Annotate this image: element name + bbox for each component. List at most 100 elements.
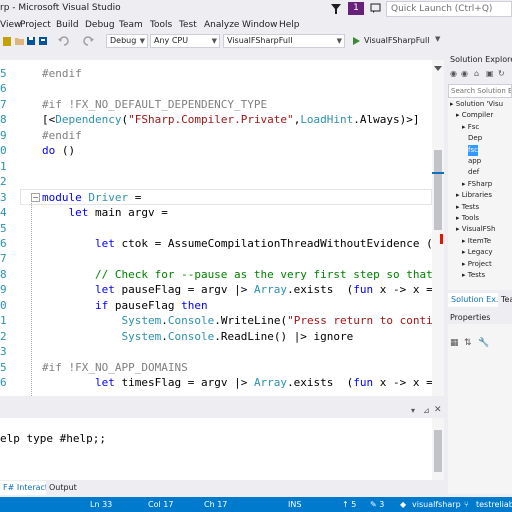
save-all-icon[interactable] bbox=[38, 35, 48, 47]
code-line[interactable]: 9 let pauseFlag = argv |> Array.exists (… bbox=[0, 282, 432, 298]
pending-changes[interactable]: ✎ 3 bbox=[370, 500, 384, 509]
code-line[interactable]: 9 #endif bbox=[0, 128, 432, 144]
menu-tools[interactable]: Tools bbox=[150, 20, 172, 30]
menu-project[interactable]: Project bbox=[20, 20, 51, 30]
code-text: #if !FX_NO_APP_DOMAINS bbox=[42, 360, 188, 376]
error-marker bbox=[440, 234, 443, 244]
code-line[interactable]: 8 [<Dependency("FSharp.Compiler.Private",… bbox=[0, 112, 432, 128]
code-token: if bbox=[94, 299, 109, 312]
platform-value: Any CPU bbox=[154, 36, 189, 45]
code-line[interactable]: 7 bbox=[0, 251, 432, 267]
tree-item[interactable]: ▸ ItemTe bbox=[462, 236, 491, 247]
back-icon[interactable]: ◉ bbox=[450, 69, 457, 78]
tree-item[interactable]: ▸ Tests bbox=[462, 270, 485, 281]
save-icon[interactable] bbox=[26, 35, 36, 47]
tree-item[interactable]: fsc bbox=[468, 144, 478, 156]
line-number: 5 bbox=[0, 361, 7, 374]
tree-item[interactable]: app bbox=[468, 156, 481, 167]
tree-item[interactable]: ▸ Solution 'Visu bbox=[450, 99, 503, 110]
menu-team[interactable]: Team bbox=[119, 20, 143, 30]
tree-item[interactable]: ▸ Compiler bbox=[456, 110, 493, 121]
scrollbar-thumb[interactable] bbox=[434, 430, 442, 472]
tree-item[interactable]: ▸ Tests bbox=[456, 202, 479, 213]
filter-icon[interactable] bbox=[331, 4, 341, 14]
alphabetical-icon[interactable]: ⇅ bbox=[464, 338, 472, 352]
menu-debug[interactable]: Debug bbox=[85, 20, 115, 30]
platform-select[interactable]: Any CPU ▼ bbox=[150, 34, 220, 48]
tree-item[interactable]: ▸ Libraries bbox=[456, 190, 492, 201]
quick-launch-input[interactable]: Quick Launch (Ctrl+Q) bbox=[386, 1, 512, 17]
wrench-icon[interactable]: 🔧 bbox=[478, 338, 489, 352]
tab-team-explorer[interactable]: Team... bbox=[498, 293, 512, 307]
interactive-vertical-scrollbar[interactable] bbox=[432, 418, 444, 480]
configuration-select[interactable]: Debug ▼ bbox=[106, 34, 148, 48]
code-line[interactable]: 3 module Driver = bbox=[0, 190, 432, 206]
tree-item[interactable]: ▸ Tools bbox=[456, 213, 479, 224]
code-token: System bbox=[121, 330, 162, 343]
start-button-label[interactable]: VisualFSharpFull bbox=[364, 36, 429, 45]
code-line[interactable]: 5 #if !FX_NO_APP_DOMAINS bbox=[0, 360, 432, 376]
switch-views-icon[interactable]: ▣ bbox=[486, 69, 494, 78]
repository-name[interactable]: visualfsharp bbox=[412, 500, 461, 509]
home-icon[interactable]: ⌂ bbox=[474, 69, 479, 78]
tree-item[interactable]: ▸ Fsc bbox=[462, 122, 479, 133]
start-dropdown-icon[interactable]: ▼ bbox=[435, 35, 440, 43]
solution-tree[interactable]: ▸ Solution 'Visu ▸ Compiler ▸ Fsc Dep fsc … bbox=[448, 98, 512, 290]
code-text: let main argv = bbox=[42, 205, 168, 221]
tree-item[interactable]: ▸ VisualFSh bbox=[456, 224, 495, 235]
tree-item-label: Tests bbox=[461, 202, 480, 211]
close-icon[interactable]: ✕ bbox=[434, 405, 442, 415]
tree-item[interactable]: def bbox=[468, 167, 479, 178]
menu-test[interactable]: Test bbox=[179, 20, 197, 30]
code-line[interactable]: 6 let timesFlag = argv |> Array.exists (… bbox=[0, 375, 432, 391]
start-debugging-icon[interactable] bbox=[352, 35, 361, 47]
tree-item[interactable]: ▸ Legacy bbox=[462, 247, 493, 258]
code-line[interactable]: 6 let ctok = AssumeCompilationThreadWith… bbox=[0, 236, 432, 252]
code-line[interactable]: 3 bbox=[0, 344, 432, 360]
feedback-icon[interactable] bbox=[370, 3, 381, 14]
code-line[interactable]: 1 bbox=[0, 159, 432, 175]
repository-icon[interactable]: ◆ bbox=[400, 500, 406, 509]
pin-icon[interactable]: ⊿ bbox=[423, 406, 430, 415]
code-line[interactable]: 2 System.Console.ReadLine() |> ignore bbox=[0, 329, 432, 345]
tree-item[interactable]: ▸ Project bbox=[462, 259, 492, 270]
code-line[interactable]: 6 bbox=[0, 81, 432, 97]
editor-vertical-scrollbar[interactable] bbox=[432, 60, 444, 396]
forward-icon[interactable]: ◉ bbox=[461, 69, 468, 78]
code-line[interactable]: 5 #endif bbox=[0, 66, 432, 82]
categorized-icon[interactable]: ▦ bbox=[450, 338, 459, 352]
code-line[interactable]: 0 do () bbox=[0, 143, 432, 159]
code-line[interactable]: 1 System.Console.WriteLine("Press return… bbox=[0, 313, 432, 329]
undo-icon[interactable] bbox=[58, 35, 70, 47]
redo-icon[interactable] bbox=[82, 35, 94, 47]
open-folder-icon[interactable] bbox=[14, 35, 25, 47]
menu-help[interactable]: Help bbox=[279, 20, 300, 30]
tree-item[interactable]: ▸ FSharp bbox=[462, 179, 492, 190]
code-line[interactable]: 4 let main argv = bbox=[0, 205, 432, 221]
code-line[interactable]: 7 #if !FX_NO_DEFAULT_DEPENDENCY_TYPE bbox=[0, 97, 432, 113]
branch-name[interactable]: testreliab bbox=[476, 500, 512, 509]
branch-icon[interactable]: ⑂ bbox=[464, 500, 469, 509]
unpublished-commits[interactable]: ↑ 5 bbox=[342, 500, 356, 509]
scrollbar-thumb[interactable] bbox=[434, 150, 442, 230]
tree-item[interactable]: Dep bbox=[468, 133, 482, 144]
code-line[interactable]: 2 bbox=[0, 174, 432, 190]
solution-explorer-search[interactable]: Search Solution Expl bbox=[448, 84, 512, 98]
menu-window[interactable]: Window bbox=[242, 20, 278, 30]
notifications-badge[interactable]: 1 bbox=[348, 2, 364, 15]
menu-view[interactable]: View bbox=[0, 20, 21, 30]
menu-analyze[interactable]: Analyze bbox=[204, 20, 239, 30]
code-editor[interactable]: − 5 #endif 6 7 #if !FX_NO_DEFAULT_DEPENDENCY… bbox=[0, 60, 432, 396]
tab-output[interactable]: Output bbox=[46, 481, 80, 495]
fsharp-interactive-window[interactable]: elp type #help;; bbox=[0, 418, 432, 480]
code-line[interactable]: 0 if pauseFlag then bbox=[0, 298, 432, 314]
code-token: . bbox=[161, 330, 168, 343]
window-position-dropdown-icon[interactable]: ▾ bbox=[411, 406, 415, 415]
code-line[interactable]: 8 // Check for --pause as the very first… bbox=[0, 267, 432, 283]
code-line[interactable]: 5 bbox=[0, 221, 432, 237]
new-project-icon[interactable] bbox=[2, 35, 12, 47]
startup-project-select[interactable]: VisualFSharpFull ▼ bbox=[223, 34, 345, 48]
menu-build[interactable]: Build bbox=[56, 20, 79, 30]
split-editor-icon[interactable] bbox=[434, 66, 442, 74]
sync-icon[interactable]: ↻ bbox=[498, 69, 505, 78]
